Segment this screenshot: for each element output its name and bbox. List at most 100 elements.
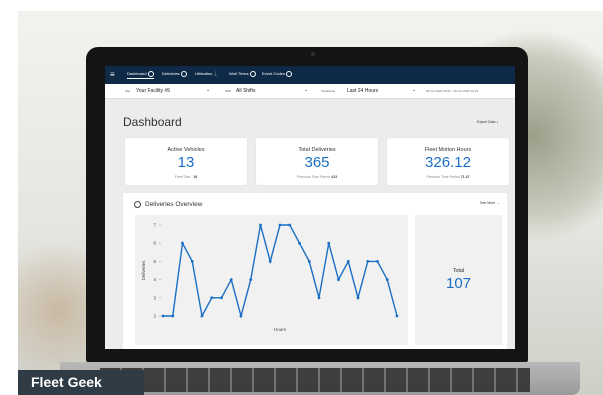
data-point	[376, 260, 379, 263]
data-point	[356, 296, 360, 300]
chevron-down-icon[interactable]: ⌄	[304, 87, 308, 93]
total-card: Total 107	[415, 215, 502, 345]
card-sub-value: 16	[193, 175, 198, 179]
box-icon	[180, 71, 187, 77]
card-active-vehicles: Active Vehicles 13 Fleet Size 16	[125, 138, 247, 185]
clock-icon	[147, 71, 154, 77]
see-more-label: See More	[480, 201, 496, 205]
box-icon	[134, 201, 141, 208]
export-label: Export Data	[477, 120, 496, 124]
card-title: Total Deliveries	[298, 147, 336, 153]
card-sub-value: 413	[331, 175, 338, 179]
clock-icon	[249, 71, 256, 77]
x-axis-label: Hours	[274, 327, 287, 332]
y-axis-label: Deliveries	[141, 260, 146, 281]
data-point	[385, 278, 389, 281]
tab-event-codes[interactable]: Event Codes	[262, 71, 292, 77]
y-tick-label: 7	[153, 223, 156, 228]
top-nav: ≡ Dashboard Deliveries Utilization⏊ Wait…	[105, 66, 515, 84]
card-sub-value: 71.47	[460, 175, 470, 179]
arrow-right-icon: →	[496, 201, 500, 205]
card-fleet-motion-hours: Fleet Motion Hours 326.12 Previous Time …	[387, 138, 509, 185]
data-point	[307, 260, 311, 263]
site-label: Site	[125, 89, 131, 93]
page-title: Dashboard	[123, 115, 182, 129]
tab-label: Dashboard	[127, 71, 147, 77]
chevron-down-icon[interactable]: ⌄	[206, 87, 210, 93]
data-point	[210, 296, 214, 300]
total-label: Total	[452, 268, 465, 274]
shift-label: Shift	[225, 89, 232, 93]
brand-logo-text: Fleet Geek	[31, 374, 102, 390]
shift-select[interactable]: All Shifts	[236, 88, 255, 94]
tab-utilization[interactable]: Utilization⏊	[195, 71, 217, 77]
y-tick-label: 4	[153, 277, 156, 282]
card-sub-label: Previous Time Period	[296, 175, 331, 179]
data-point	[327, 241, 331, 245]
card-value: 365	[304, 154, 330, 171]
laptop-screen: ≡ Dashboard Deliveries Utilization⏊ Wait…	[105, 66, 515, 349]
info-icon	[285, 71, 292, 77]
data-point	[288, 223, 292, 227]
data-point	[171, 314, 175, 318]
overview-title: Deliveries Overview	[145, 201, 203, 208]
webcam	[311, 52, 315, 56]
chart-icon: ⏊	[213, 71, 218, 76]
card-title: Fleet Motion Hours	[424, 147, 472, 153]
timeframe-label: Timeframe	[321, 89, 336, 93]
card-sub-label: Fleet Size	[174, 175, 191, 179]
data-point	[229, 278, 233, 281]
download-icon: ⤓	[496, 120, 499, 124]
date-range: 28 Oct 2020 10:23 - 29 Oct 2020 10:23	[426, 89, 479, 93]
data-point	[200, 314, 204, 318]
deliveries-chart: 2 3 4 5 6 7 Deliveries Hours	[141, 223, 399, 332]
export-data-button[interactable]: Export Data ⤓	[477, 120, 498, 124]
data-point	[181, 241, 184, 245]
tab-label: Event Codes	[262, 71, 285, 77]
card-sub: Previous Time Period 71.47	[387, 175, 509, 179]
card-total-deliveries: Total Deliveries 365 Previous Time Perio…	[256, 138, 378, 185]
see-more-link[interactable]: See More →	[480, 201, 500, 205]
tab-deliveries[interactable]: Deliveries	[162, 71, 187, 77]
menu-icon[interactable]: ≡	[110, 70, 120, 79]
data-point	[239, 314, 243, 318]
site-select[interactable]: Your Facility #5	[136, 88, 170, 94]
tab-label: Wait Times	[229, 71, 249, 77]
card-title: Active Vehicles	[167, 147, 205, 153]
y-tick-label: 5	[153, 259, 156, 264]
filter-bar: Site Your Facility #5 ⌄ Shift All Shifts…	[105, 84, 515, 99]
data-point	[337, 278, 340, 281]
tab-label: Deliveries	[162, 71, 180, 77]
tab-dashboard[interactable]: Dashboard	[127, 71, 154, 79]
data-point	[268, 260, 272, 263]
brand-banner: Fleet Geek	[18, 370, 144, 395]
data-point	[317, 296, 321, 300]
keyboard	[100, 368, 530, 392]
data-point	[259, 223, 262, 227]
data-point	[395, 314, 399, 318]
chart-area: 2 3 4 5 6 7 Deliveries Hours	[135, 215, 408, 345]
total-value: 107	[445, 275, 472, 292]
data-point	[298, 241, 301, 245]
card-sub: Previous Time Period 413	[256, 175, 378, 179]
timeframe-select[interactable]: Last 24 Hours	[347, 88, 378, 94]
card-sub-label: Previous Time Period	[426, 175, 460, 179]
card-value: 13	[177, 154, 195, 171]
data-point	[278, 223, 282, 227]
data-point	[346, 260, 350, 263]
y-tick-label: 2	[153, 314, 156, 319]
data-point	[366, 260, 370, 263]
data-point	[249, 278, 253, 281]
data-point	[190, 260, 194, 263]
card-sub: Fleet Size 16	[125, 175, 247, 179]
deliveries-overview-panel: Deliveries Overview See More → 2 3 4 5 6 7 Del…	[123, 193, 507, 349]
tab-wait-times[interactable]: Wait Times	[229, 71, 256, 77]
card-value: 326.12	[425, 154, 471, 171]
series-line	[163, 224, 398, 319]
y-tick-label: 6	[153, 241, 156, 246]
y-tick-label: 3	[153, 295, 156, 300]
data-point	[161, 314, 165, 318]
chevron-down-icon[interactable]: ⌄	[412, 87, 416, 93]
tab-label: Utilization	[195, 71, 213, 76]
data-point	[220, 296, 223, 300]
